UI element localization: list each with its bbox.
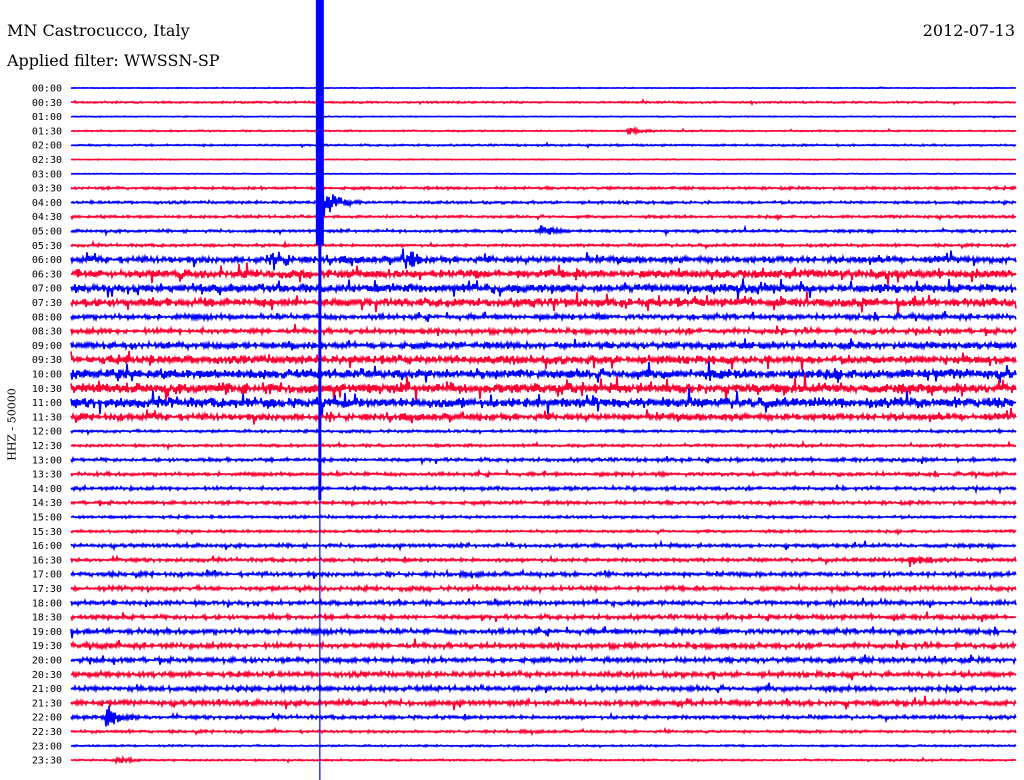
row-time-label: 23:00 — [32, 741, 62, 752]
trace-line — [70, 726, 1017, 737]
trace-line — [70, 483, 1017, 495]
trace-line — [70, 310, 1017, 323]
trace-line — [70, 611, 1017, 623]
row-time-label: 16:30 — [32, 555, 62, 566]
trace-line — [70, 291, 1017, 314]
row-time-label: 02:30 — [32, 155, 62, 166]
row-time-label: 03:30 — [32, 184, 62, 195]
row-time-label: 21:30 — [32, 698, 62, 709]
trace-line — [70, 513, 1017, 521]
row-time-label: 06:30 — [32, 269, 62, 280]
row-time-label: 20:30 — [32, 670, 62, 681]
trace-line — [70, 682, 1017, 695]
trace-line — [70, 361, 1017, 384]
trace-line — [70, 554, 1017, 567]
trace-line — [70, 695, 1017, 711]
row-time-label: 21:00 — [32, 684, 62, 695]
row-time-label: 11:30 — [32, 412, 62, 423]
trace-line — [70, 668, 1017, 681]
trace-line — [70, 86, 1017, 90]
row-time-label: 19:00 — [32, 627, 62, 638]
row-time-label: 05:30 — [32, 241, 62, 252]
row-time-label: 14:00 — [32, 484, 62, 495]
trace-line — [71, 172, 1017, 176]
row-time-label: 15:30 — [32, 527, 62, 538]
helicorder-plot: 00:00 00:30 01:00 01:30 02:00 02:30 03:00 03:30… — [32, 0, 1017, 780]
trace-line — [70, 141, 1017, 149]
row-time-label: 05:00 — [32, 227, 62, 238]
trace-line — [70, 625, 1017, 639]
trace-line — [70, 239, 1017, 251]
trace-line — [70, 705, 1017, 727]
trace-line — [70, 567, 1017, 581]
trace-line — [70, 323, 1017, 338]
row-time-label: 16:00 — [32, 541, 62, 552]
trace-line — [70, 498, 1017, 508]
trace-line — [70, 754, 1017, 766]
row-time-label: 01:30 — [32, 126, 62, 137]
trace-line — [70, 98, 1017, 106]
row-time-label: 04:30 — [32, 212, 62, 223]
row-time-label: 17:30 — [32, 584, 62, 595]
trace-line — [70, 125, 1017, 137]
row-time-label: 13:30 — [32, 470, 62, 481]
row-time-label: 22:30 — [32, 727, 62, 738]
row-time-label: 23:30 — [32, 756, 62, 767]
row-time-label: 07:30 — [32, 298, 62, 309]
trace-line — [70, 262, 1017, 286]
trace-line — [70, 224, 1017, 238]
trace-line — [70, 539, 1017, 552]
trace-line — [70, 158, 1016, 161]
row-time-label: 07:00 — [32, 284, 62, 295]
trace-line — [70, 338, 1017, 352]
row-time-label: 00:00 — [32, 84, 62, 95]
row-time-label: 08:00 — [32, 312, 62, 323]
trace-line — [70, 213, 1017, 222]
trace-line — [70, 595, 1017, 609]
row-time-label: 01:00 — [32, 112, 62, 123]
trace-line — [70, 638, 1017, 652]
row-time-label: 04:00 — [32, 198, 62, 209]
row-time-label: 09:00 — [32, 341, 62, 352]
row-time-label: 00:30 — [32, 98, 62, 109]
trace-line — [70, 427, 1017, 436]
row-time-label: 15:00 — [32, 513, 62, 524]
row-time-label: 09:30 — [32, 355, 62, 366]
row-time-label: 03:00 — [32, 169, 62, 180]
trace-line — [70, 278, 1017, 300]
row-time-label: 12:30 — [32, 441, 62, 452]
row-time-label: 18:00 — [32, 598, 62, 609]
row-time-label: 14:30 — [32, 498, 62, 509]
trace-line — [70, 468, 1017, 480]
trace-line — [70, 248, 1017, 271]
trace-line — [70, 350, 1017, 371]
row-time-label: 13:00 — [32, 455, 62, 466]
trace-line — [70, 455, 1017, 467]
trace-line — [70, 407, 1017, 425]
row-time-label: 17:00 — [32, 570, 62, 581]
trace-line — [70, 654, 1017, 666]
row-time-label: 10:30 — [32, 384, 62, 395]
row-time-label: 02:00 — [32, 141, 62, 152]
row-time-label: 06:00 — [32, 255, 62, 266]
row-time-label: 08:30 — [32, 327, 62, 338]
trace-line — [70, 184, 1017, 192]
row-time-label: 12:00 — [32, 427, 62, 438]
trace-line — [70, 743, 1017, 749]
row-time-label: 20:00 — [32, 656, 62, 667]
row-time-label: 11:00 — [32, 398, 62, 409]
row-time-label: 10:00 — [32, 370, 62, 381]
trace-line — [70, 582, 1017, 595]
row-time-label: 19:30 — [32, 641, 62, 652]
row-time-label: 18:30 — [32, 613, 62, 624]
trace-line — [70, 115, 1017, 119]
row-time-label: 22:00 — [32, 713, 62, 724]
trace-line — [70, 528, 1017, 536]
trace-line — [70, 439, 1017, 451]
